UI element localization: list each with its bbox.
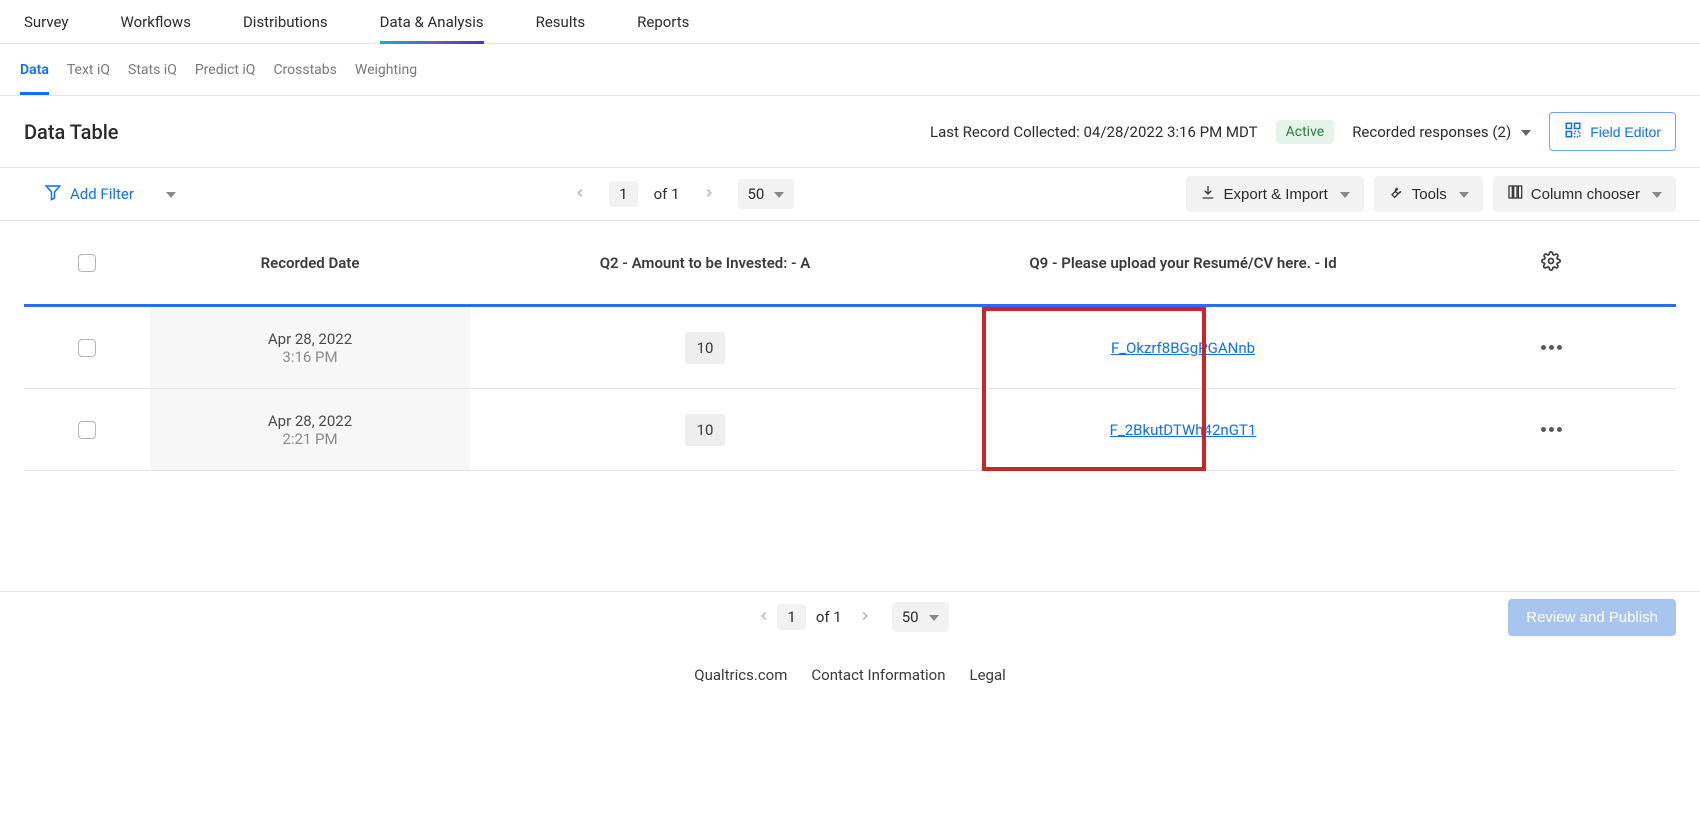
table-row[interactable]: Apr 28, 2022 3:16 PM 10 F_Okzrf8BGgPGANn… [24,307,1676,389]
primary-tabs: Survey Workflows Distributions Data & An… [0,0,1700,44]
tab-data-analysis[interactable]: Data & Analysis [380,0,484,43]
status-badge: Active [1276,120,1335,144]
tab-reports[interactable]: Reports [637,0,689,43]
tools-button[interactable]: Tools [1374,176,1483,212]
bottom-bar: 1 of 1 50 Review and Publish [0,591,1700,642]
recorded-responses-label: Recorded responses (2) [1352,123,1511,141]
recorded-date-cell: Apr 28, 2022 2:21 PM [150,389,470,470]
row-actions-button[interactable] [1535,339,1568,356]
subtab-predict-iq[interactable]: Predict iQ [195,44,256,95]
row-checkbox[interactable] [78,339,96,357]
export-import-label: Export & Import [1224,186,1328,203]
page-size-value: 50 [902,608,919,626]
secondary-tabs: Data Text iQ Stats iQ Predict iQ Crossta… [0,44,1700,96]
add-filter-button[interactable]: Add Filter [44,183,134,205]
data-table: Recorded Date Q2 - Amount to be Invested… [0,221,1700,471]
file-link[interactable]: F_2BkutDTWh42nGT1 [1110,421,1257,439]
subtab-text-iq[interactable]: Text iQ [67,44,110,95]
row-checkbox[interactable] [78,421,96,439]
subtab-data[interactable]: Data [20,44,49,95]
pager-of-label: of 1 [816,608,842,626]
pager-of-label: of 1 [654,185,680,203]
select-all-checkbox[interactable] [78,254,96,272]
page-size-select[interactable]: 50 [738,179,795,209]
funnel-icon [44,183,62,205]
chevron-down-icon [1648,186,1662,203]
footer-link-legal[interactable]: Legal [969,666,1005,684]
footer: Qualtrics.com Contact Information Legal [0,642,1700,696]
columns-icon [1507,184,1523,204]
chevron-down-icon [1336,186,1350,203]
file-link[interactable]: F_Okzrf8BGgPGANnb [1111,339,1255,357]
wrench-icon [1388,184,1404,204]
last-record-label: Last Record Collected: 04/28/2022 3:16 P… [930,123,1258,141]
subtab-weighting[interactable]: Weighting [355,44,417,95]
column-header-q9[interactable]: Q9 - Please upload your Resumé/CV here. … [940,254,1426,272]
recorded-responses-dropdown[interactable]: Recorded responses (2) [1352,123,1531,141]
page-size-select[interactable]: 50 [892,602,949,632]
field-editor-label: Field Editor [1590,124,1661,140]
page-size-value: 50 [748,185,765,203]
q2-value: 10 [685,332,726,364]
chevron-down-icon [770,185,784,203]
filter-dropdown-chevron[interactable] [162,185,176,204]
table-toolbar: Add Filter 1 of 1 50 Export & Import Too… [0,167,1700,221]
export-import-button[interactable]: Export & Import [1186,176,1364,212]
subtab-stats-iq[interactable]: Stats iQ [128,44,177,95]
download-icon [1200,184,1216,204]
table-row[interactable]: Apr 28, 2022 2:21 PM 10 F_2BkutDTWh42nGT… [24,389,1676,471]
tools-label: Tools [1412,186,1447,203]
row-actions-button[interactable] [1535,421,1568,438]
subtab-crosstabs[interactable]: Crosstabs [273,44,336,95]
page-title: Data Table [24,120,119,144]
add-filter-label: Add Filter [70,185,134,203]
footer-link-contact[interactable]: Contact Information [811,666,945,684]
recorded-date-cell: Apr 28, 2022 3:16 PM [150,307,470,388]
tab-results[interactable]: Results [536,0,586,43]
column-chooser-button[interactable]: Column chooser [1493,176,1676,212]
pager-page-input[interactable]: 1 [609,181,637,207]
q2-value: 10 [685,414,726,446]
pager-prev-button[interactable] [751,604,777,631]
column-chooser-label: Column chooser [1531,186,1640,203]
chevron-down-icon [1455,186,1469,203]
footer-link-qualtrics[interactable]: Qualtrics.com [694,666,787,684]
chevron-down-icon [1517,123,1531,141]
tab-survey[interactable]: Survey [24,0,69,43]
tab-workflows[interactable]: Workflows [121,0,191,43]
field-editor-icon [1564,121,1582,142]
table-header: Recorded Date Q2 - Amount to be Invested… [24,221,1676,307]
pager-next-button[interactable] [696,181,722,208]
table-settings-button[interactable] [1541,251,1561,275]
chevron-down-icon [925,608,939,626]
pager-next-button[interactable] [852,604,878,631]
field-editor-button[interactable]: Field Editor [1549,112,1676,151]
column-header-q2[interactable]: Q2 - Amount to be Invested: - A [470,254,940,272]
review-publish-button[interactable]: Review and Publish [1508,599,1676,636]
pager-page-input[interactable]: 1 [777,604,805,630]
column-header-recorded-date[interactable]: Recorded Date [150,254,470,272]
tab-distributions[interactable]: Distributions [243,0,328,43]
pager-prev-button[interactable] [567,181,593,208]
title-bar: Data Table Last Record Collected: 04/28/… [0,96,1700,167]
